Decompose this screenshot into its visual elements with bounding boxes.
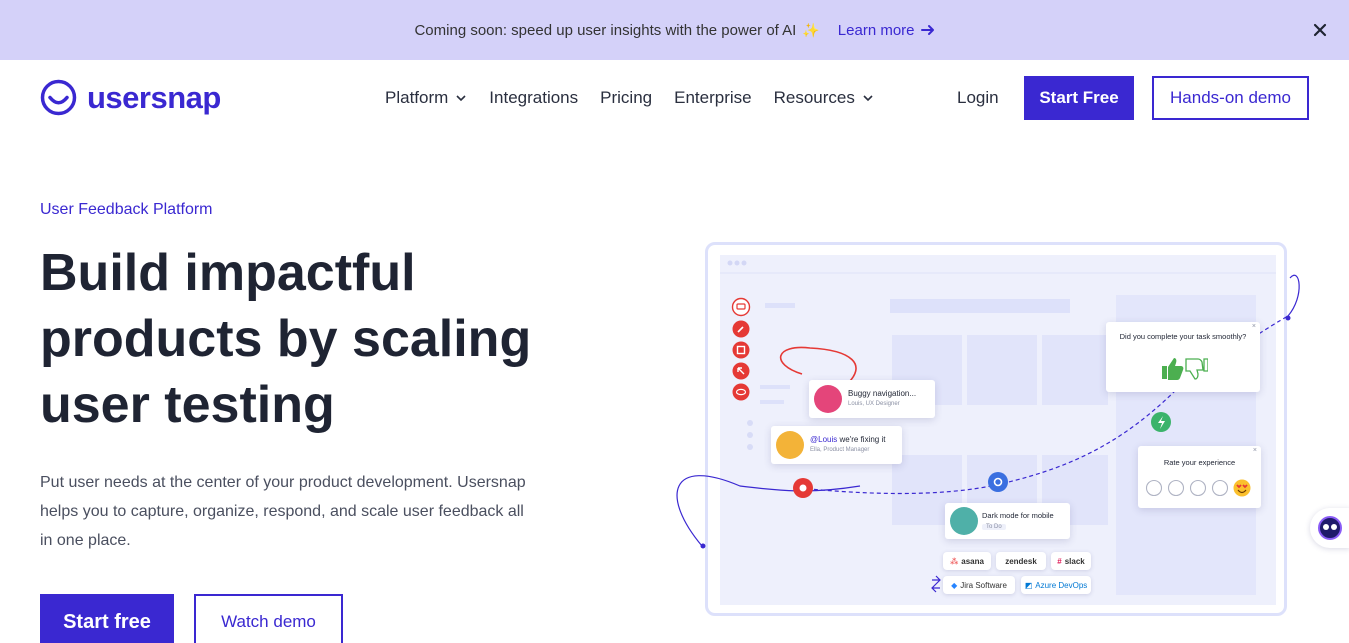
site-header: usersnap Platform Integrations Pricing E… — [0, 60, 1349, 136]
announcement-text: Coming soon: speed up user insights with… — [414, 21, 797, 39]
nav-integrations-label: Integrations — [489, 88, 579, 107]
integration-asana: ⁂ asana — [943, 552, 991, 570]
zendesk-label: zendesk — [1005, 556, 1037, 566]
gear-icon — [988, 472, 1008, 492]
nav-platform-label: Platform — [385, 88, 449, 107]
sparkle-icon: ✨ — [802, 21, 820, 38]
start-free-button[interactable]: Start Free — [1024, 76, 1134, 120]
nav-resources-label: Resources — [773, 88, 855, 107]
nav-enterprise-label: Enterprise — [674, 88, 752, 107]
slack-label: slack — [1064, 556, 1085, 566]
chevron-down-icon — [456, 95, 466, 102]
chevron-down-icon — [863, 95, 873, 102]
logo-text: usersnap — [87, 79, 221, 115]
integration-azure: ◩ Azure DevOps — [1021, 576, 1091, 594]
hero-eyebrow: User Feedback Platform — [40, 201, 213, 218]
bug-icon — [793, 478, 813, 498]
nav-integrations[interactable]: Integrations — [489, 88, 578, 108]
login-link[interactable]: Login — [957, 88, 999, 108]
announcement-bar: Coming soon: speed up user insights with… — [0, 0, 1349, 60]
asana-label: asana — [961, 556, 984, 566]
feedback-widget-button[interactable] — [1310, 508, 1349, 548]
jira-label: Jira Software — [960, 580, 1007, 590]
usersnap-logo[interactable]: usersnap — [40, 79, 221, 116]
logo-icon — [40, 79, 77, 116]
hero-illustration: Buggy navigation... Louis, UX Designer @… — [660, 236, 1310, 626]
learn-more-label: Learn more — [837, 21, 915, 39]
close-icon[interactable] — [1311, 21, 1329, 39]
hands-on-demo-button[interactable]: Hands-on demo — [1152, 76, 1309, 120]
hero-subtext: Put user needs at the center of your pro… — [40, 474, 526, 549]
bolt-icon — [1151, 412, 1171, 432]
integration-jira: ◆ Jira Software — [943, 576, 1015, 594]
main-nav: Platform Integrations Pricing Enterprise… — [385, 88, 874, 108]
learn-more-link[interactable]: Learn more — [838, 22, 935, 39]
watch-demo-cta[interactable]: Watch demo — [194, 594, 343, 643]
nav-pricing-label: Pricing — [600, 88, 653, 107]
nav-resources[interactable]: Resources — [774, 88, 874, 108]
arrow-right-icon — [920, 25, 934, 35]
nav-enterprise[interactable]: Enterprise — [674, 88, 751, 108]
integration-zendesk: zendesk — [996, 552, 1046, 570]
nav-pricing[interactable]: Pricing — [600, 88, 652, 108]
robot-face-icon — [1318, 516, 1342, 540]
nav-platform[interactable]: Platform — [385, 88, 467, 108]
integration-slack: # slack — [1051, 552, 1091, 570]
start-free-cta[interactable]: Start free — [40, 594, 174, 643]
azure-label: Azure DevOps — [1035, 580, 1088, 590]
hero-headline: Build impactful products by scaling user… — [40, 244, 532, 434]
